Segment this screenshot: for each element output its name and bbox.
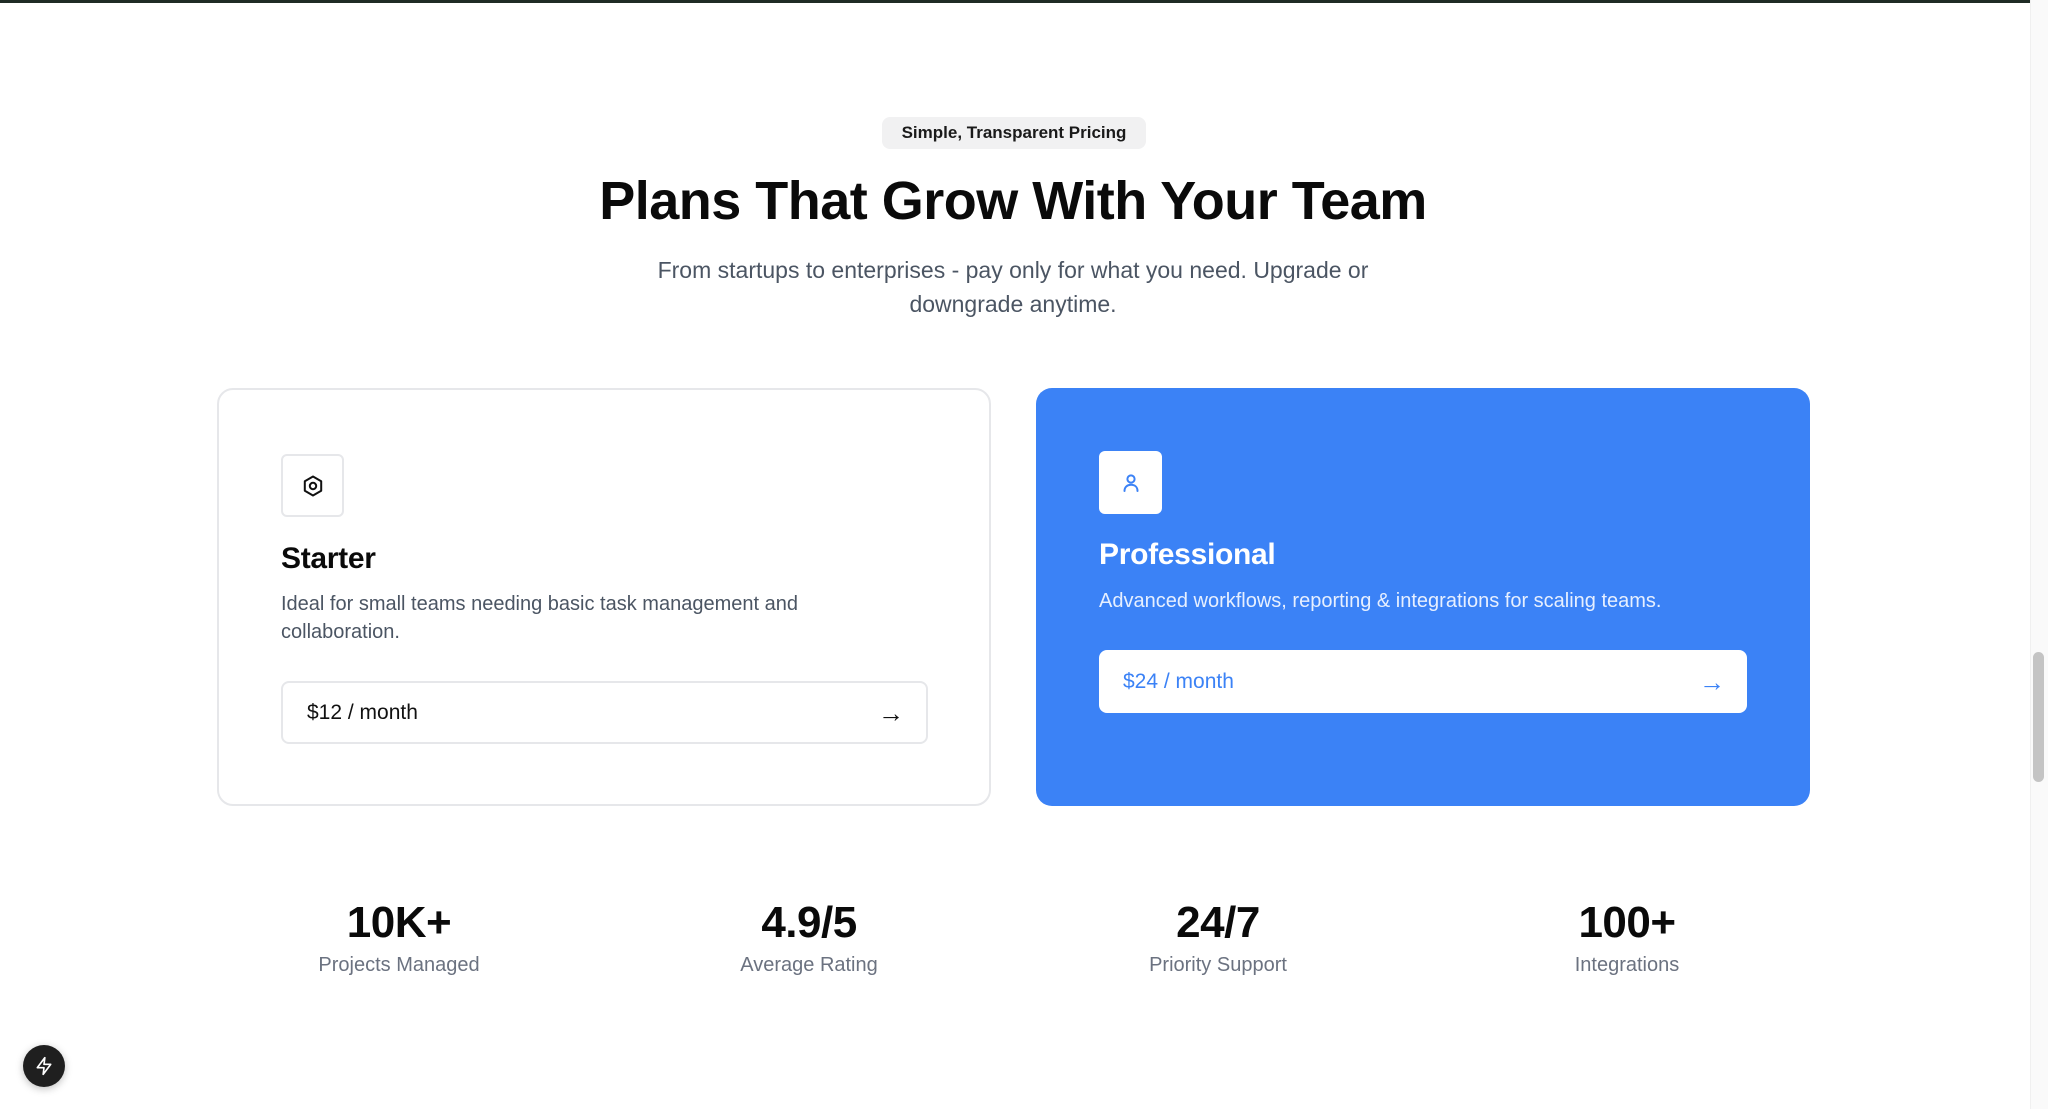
hexagon-settings-icon [281, 454, 344, 517]
arrow-right-icon: → [878, 697, 904, 728]
plan-description: Advanced workflows, reporting & integrat… [1099, 590, 1662, 612]
stat-label: Projects Managed [318, 954, 480, 976]
plan-description: Ideal for small teams needing basic task… [281, 593, 798, 643]
floating-action-button[interactable] [23, 1045, 65, 1087]
arrow-right-icon: → [1699, 666, 1725, 697]
plan-card-professional: Professional Advanced workflows, reporti… [1036, 388, 1810, 806]
page-subtitle: From startups to enterprises - pay only … [657, 257, 1369, 317]
stat-projects: 10K+ Projects Managed [249, 895, 549, 979]
stat-rating: 4.9/5 Average Rating [659, 895, 959, 979]
plan-name: Professional [1099, 538, 1276, 571]
lightning-icon [36, 1056, 52, 1076]
user-icon [1099, 451, 1162, 514]
scrollbar[interactable] [2030, 0, 2048, 1109]
stat-label: Average Rating [740, 954, 878, 976]
stat-integrations: 100+ Integrations [1477, 895, 1777, 979]
starter-price-button[interactable]: $12 / month → [281, 681, 928, 744]
stat-label: Priority Support [1149, 954, 1287, 976]
price-label: $12 / month [307, 700, 418, 724]
stat-value: 100+ [1578, 898, 1676, 947]
page-title: Plans That Grow With Your Team [599, 171, 1427, 231]
plan-name: Starter [281, 542, 376, 575]
top-border-line [0, 0, 2048, 3]
scrollbar-thumb[interactable] [2033, 652, 2044, 782]
stat-value: 10K+ [346, 898, 452, 947]
stat-value: 24/7 [1176, 898, 1260, 947]
plan-card-starter: Starter Ideal for small teams needing ba… [217, 388, 991, 806]
stat-support: 24/7 Priority Support [1068, 895, 1368, 979]
pricing-badge: Simple, Transparent Pricing [882, 117, 1146, 149]
professional-price-button[interactable]: $24 / month → [1099, 650, 1747, 713]
stat-value: 4.9/5 [761, 898, 857, 947]
stat-label: Integrations [1574, 954, 1680, 976]
price-label: $24 / month [1123, 669, 1234, 693]
